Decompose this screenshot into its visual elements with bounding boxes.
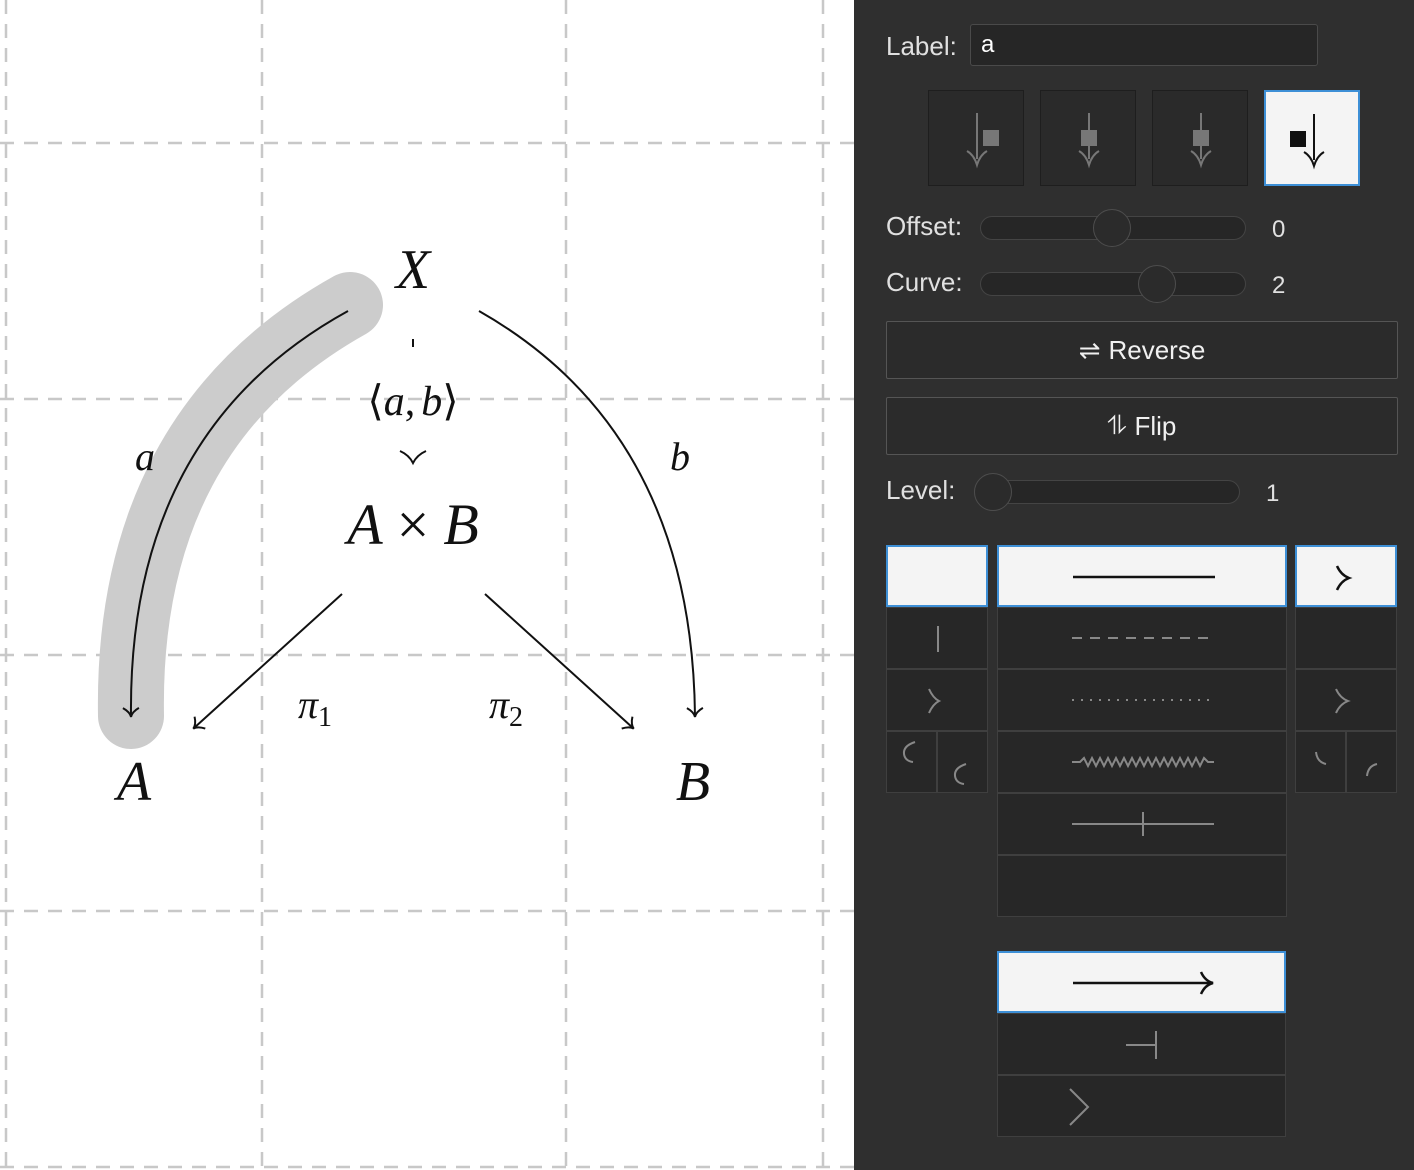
barred-line-icon [1072, 812, 1214, 836]
arrow-type-icon [1073, 971, 1214, 995]
node-a[interactable]: A [113, 751, 152, 813]
diagram-canvas[interactable]: X A × B A B a b ⟨a, b⟩ π1 π2 [0, 0, 854, 1170]
epi-head-icon [1335, 688, 1351, 714]
pi1-sub: 1 [318, 702, 332, 733]
node-x[interactable]: X [394, 239, 433, 301]
node-a-times-b-times: × [397, 492, 430, 557]
head-style-harpoon-bottom[interactable] [1346, 731, 1397, 793]
pairing-open: ⟨ [367, 379, 383, 425]
label-position-centre-below-button[interactable] [1152, 90, 1248, 186]
pairing-b: b [421, 379, 442, 425]
dotted-line-icon [1072, 699, 1214, 701]
label-caption: Label: [886, 31, 957, 61]
body-style-dashed[interactable] [997, 607, 1287, 669]
edge-pairing-label[interactable]: ⟨a, b⟩ [367, 379, 458, 425]
dashed-line-icon [1072, 637, 1214, 639]
body-style-none[interactable] [997, 855, 1287, 917]
pi1-base: π [298, 682, 319, 727]
label-centre-above-icon [1078, 113, 1100, 169]
edge-type-corner[interactable] [997, 1075, 1286, 1137]
offset-caption: Offset: [886, 211, 963, 241]
squiggly-line-icon [1072, 755, 1214, 769]
flip-icon: ⥮ [1107, 410, 1127, 440]
reverse-button[interactable]: ⇌ Reverse [886, 321, 1398, 379]
harpoon-top-icon [1315, 751, 1327, 765]
head-style-harpoon-top[interactable] [1295, 731, 1346, 793]
curve-slider-knob[interactable] [1138, 265, 1176, 303]
maps-to-tail-icon [937, 626, 939, 652]
level-slider-knob[interactable] [974, 473, 1012, 511]
edge-pi2-label[interactable]: π2 [489, 682, 523, 733]
tail-style-mono[interactable] [886, 669, 988, 731]
label-position-centre-above-button[interactable] [1040, 90, 1136, 186]
reverse-icon: ⇌ [1078, 334, 1101, 365]
level-slider[interactable] [974, 480, 1240, 504]
hook-top-tail-icon [902, 741, 916, 763]
edge-type-adjunction[interactable] [997, 1013, 1286, 1075]
flip-button[interactable]: ⥮ Flip [886, 397, 1398, 455]
level-value: 1 [1266, 480, 1280, 507]
pairing-comma: , [405, 379, 416, 425]
tail-style-hook-top[interactable] [886, 731, 937, 793]
edge-a-label[interactable]: a [135, 434, 155, 479]
body-style-dotted[interactable] [997, 669, 1287, 731]
curve-caption: Curve: [886, 267, 963, 297]
pairing-a: a [384, 379, 405, 425]
tail-style-maps-to[interactable] [886, 607, 988, 669]
tail-style-hook-bottom[interactable] [937, 731, 988, 793]
edge-pairing-head [399, 450, 427, 466]
corner-icon [1069, 1088, 1090, 1126]
pi2-sub: 2 [509, 702, 523, 733]
pi2-base: π [489, 682, 510, 727]
body-style-squiggly[interactable] [997, 731, 1287, 793]
body-style-solid[interactable] [997, 545, 1287, 607]
head-style-epi[interactable] [1295, 669, 1397, 731]
node-b[interactable]: B [676, 751, 710, 813]
adjunction-icon [1126, 1031, 1157, 1059]
diagram-svg: X A × B A B a b ⟨a, b⟩ π1 π2 [0, 0, 854, 1170]
harpoon-bottom-icon [1366, 763, 1378, 777]
node-a-times-b[interactable]: A × B [343, 492, 479, 557]
arrowhead-icon [1335, 565, 1353, 591]
curve-slider[interactable] [980, 272, 1246, 296]
label-input[interactable] [970, 24, 1318, 66]
node-a-times-b-left: A [343, 492, 383, 557]
label-left-icon [966, 113, 999, 169]
label-centre-below-icon [1190, 113, 1212, 169]
mono-tail-icon [928, 688, 942, 714]
edge-b-label[interactable]: b [670, 434, 690, 479]
curve-value: 2 [1272, 272, 1286, 299]
head-style-none[interactable] [1295, 607, 1397, 669]
head-style-arrowhead[interactable] [1295, 545, 1397, 607]
label-position-left-button[interactable] [928, 90, 1024, 186]
label-right-icon [1290, 114, 1325, 170]
edge-properties-panel: Label: Offset: 0 Curve: [854, 0, 1414, 1170]
tail-style-none[interactable] [886, 545, 988, 607]
node-a-times-b-right: B [443, 492, 478, 557]
body-style-barred[interactable] [997, 793, 1287, 855]
level-caption: Level: [886, 475, 956, 505]
edge-type-arrow[interactable] [997, 951, 1286, 1013]
flip-label: Flip [1134, 410, 1177, 441]
label-position-right-button[interactable] [1264, 90, 1360, 186]
hook-bottom-tail-icon [953, 763, 967, 785]
offset-slider-knob[interactable] [1093, 209, 1131, 247]
solid-line-icon [1073, 575, 1215, 579]
offset-value: 0 [1272, 216, 1286, 243]
reverse-label: Reverse [1108, 334, 1206, 365]
pairing-close: ⟩ [442, 379, 458, 425]
edge-pi1-label[interactable]: π1 [298, 682, 332, 733]
